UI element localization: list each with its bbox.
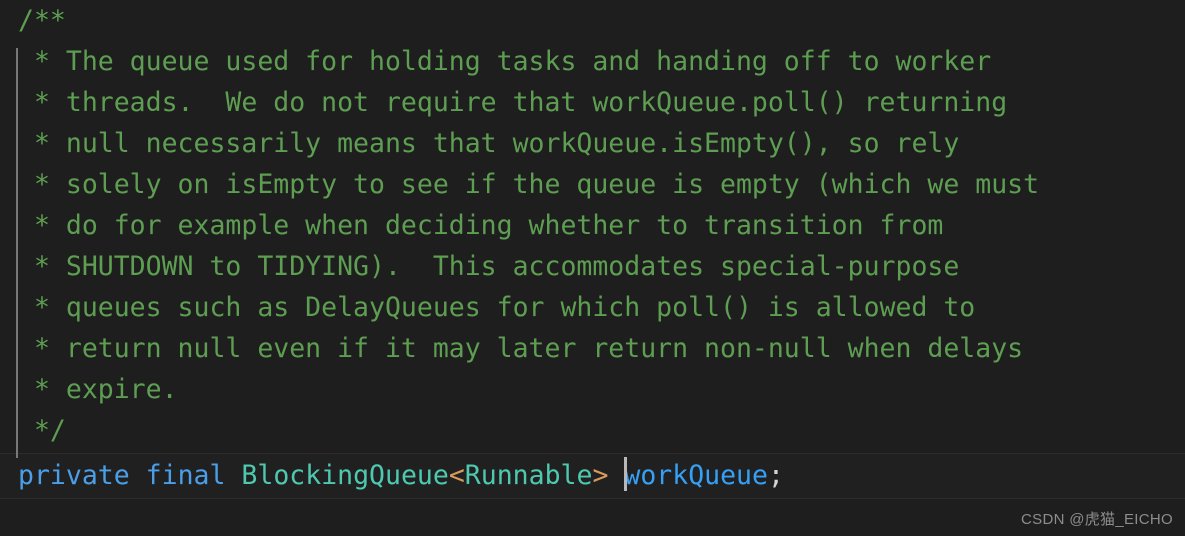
comment-text: * expire. <box>18 374 178 405</box>
comment-text: * SHUTDOWN to TIDYING). This accommodate… <box>18 251 960 282</box>
code-line-comment-1[interactable]: * The queue used for holding tasks and h… <box>0 41 1185 82</box>
comment-indent-guide <box>16 48 18 458</box>
comment-open-token: /** <box>18 5 66 36</box>
code-line-comment-2[interactable]: * threads. We do not require that workQu… <box>0 82 1185 123</box>
code-line-comment-close[interactable]: */ <box>0 410 1185 451</box>
code-line-comment-3[interactable]: * null necessarily means that workQueue.… <box>0 123 1185 164</box>
code-line-comment-4[interactable]: * solely on isEmpty to see if the queue … <box>0 164 1185 205</box>
code-text-area[interactable]: /** * The queue used for holding tasks a… <box>0 0 1185 536</box>
keyword-private: private <box>18 460 130 491</box>
code-editor-viewport[interactable]: /** * The queue used for holding tasks a… <box>0 0 1185 536</box>
type-runnable: Runnable <box>464 460 593 491</box>
comment-text: * The queue used for holding tasks and h… <box>18 46 992 77</box>
code-line-comment-5[interactable]: * do for example when deciding whether t… <box>0 205 1185 246</box>
code-line-comment-9[interactable]: * expire. <box>0 369 1185 410</box>
comment-close-token: */ <box>18 415 66 446</box>
generic-angle-close: > <box>592 460 609 491</box>
comment-text: * queues such as DelayQueues for which p… <box>18 292 976 323</box>
type-blockingqueue: BlockingQueue <box>241 460 449 491</box>
comment-text: * solely on isEmpty to see if the queue … <box>18 169 1040 200</box>
code-line-comment-open[interactable]: /** <box>0 0 1185 41</box>
csdn-watermark: CSDN @虎猫_EICHO <box>1021 511 1173 528</box>
comment-text: * threads. We do not require that workQu… <box>18 87 1008 118</box>
comment-text: * do for example when deciding whether t… <box>18 210 944 241</box>
code-line-comment-7[interactable]: * queues such as DelayQueues for which p… <box>0 287 1185 328</box>
text-caret <box>624 457 628 491</box>
code-line-comment-8[interactable]: * return null even if it may later retur… <box>0 328 1185 369</box>
keyword-final: final <box>145 460 226 491</box>
comment-text: * null necessarily means that workQueue.… <box>18 128 960 159</box>
code-line-declaration[interactable]: private final BlockingQueue<Runnable> wo… <box>0 453 1185 499</box>
semicolon: ; <box>767 460 784 491</box>
comment-text: * return null even if it may later retur… <box>18 333 1024 364</box>
generic-angle-open: < <box>448 460 465 491</box>
variable-workqueue: workQueue <box>624 460 768 491</box>
code-line-comment-6[interactable]: * SHUTDOWN to TIDYING). This accommodate… <box>0 246 1185 287</box>
